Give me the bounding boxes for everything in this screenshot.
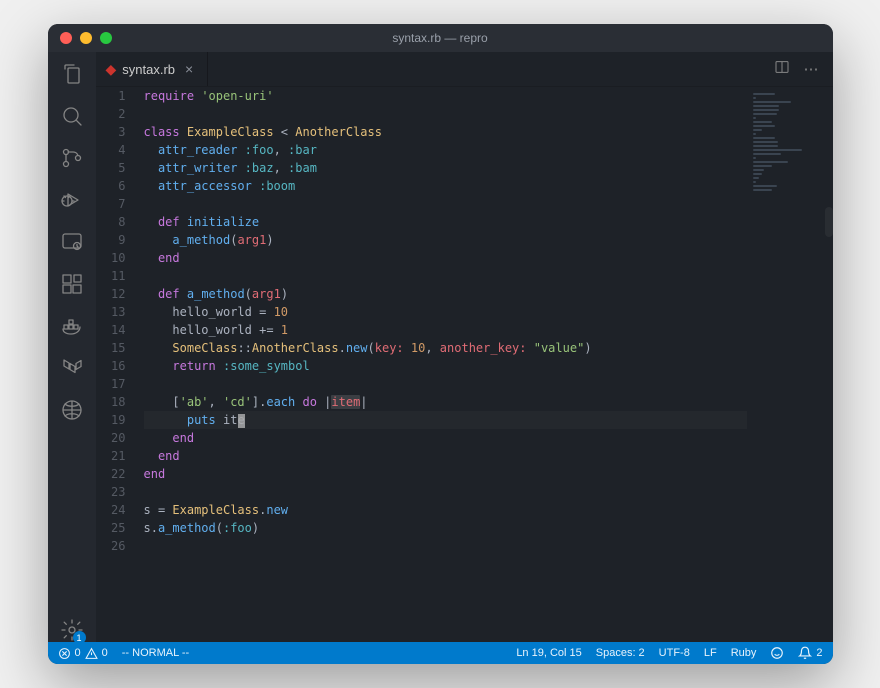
language-mode-status[interactable]: Ruby [731, 647, 757, 659]
eol-status[interactable]: LF [704, 647, 717, 659]
settings-badge: 1 [73, 631, 86, 644]
line-number-gutter: 1234567891011121314151617181920212223242… [96, 87, 144, 642]
tab-filename: syntax.rb [122, 62, 175, 77]
editor-actions: ⋯ [774, 52, 833, 86]
vim-mode-status[interactable]: -- NORMAL -- [122, 647, 189, 659]
terraform-icon[interactable] [60, 356, 84, 380]
titlebar: syntax.rb — repro [48, 24, 833, 52]
tab-bar: ◆ syntax.rb × ⋯ [96, 52, 833, 87]
app-window: syntax.rb — repro 1 ◆ syntax.rb [48, 24, 833, 664]
status-bar: 0 0 -- NORMAL -- Ln 19, Col 15 Spaces: 2… [48, 642, 833, 664]
ruby-file-icon: ◆ [106, 61, 117, 78]
minimap[interactable] [747, 87, 823, 642]
window-title: syntax.rb — repro [392, 31, 487, 45]
encoding-status[interactable]: UTF-8 [659, 647, 690, 659]
explorer-icon[interactable] [60, 62, 84, 86]
tab-close-button[interactable]: × [181, 61, 197, 77]
close-window-button[interactable] [60, 32, 72, 44]
notification-count: 2 [816, 647, 822, 659]
remote-explorer-icon[interactable] [60, 230, 84, 254]
minimize-window-button[interactable] [80, 32, 92, 44]
code-content[interactable]: require 'open-uri' class ExampleClass < … [144, 87, 747, 642]
extensions-icon[interactable] [60, 272, 84, 296]
error-count: 0 [75, 647, 81, 659]
maximize-window-button[interactable] [100, 32, 112, 44]
indentation-status[interactable]: Spaces: 2 [596, 647, 645, 659]
live-share-icon[interactable] [60, 398, 84, 422]
activity-bar: 1 [48, 52, 96, 642]
warning-count: 0 [102, 647, 108, 659]
window-controls [60, 32, 112, 44]
more-actions-icon[interactable]: ⋯ [804, 60, 819, 78]
editor-group: ◆ syntax.rb × ⋯ 123456789101112131415161… [96, 52, 833, 642]
overview-ruler[interactable] [823, 87, 833, 642]
workbench-body: 1 ◆ syntax.rb × ⋯ 1234567891011121314151… [48, 52, 833, 642]
tab-syntax-rb[interactable]: ◆ syntax.rb × [96, 52, 209, 86]
docker-icon[interactable] [60, 314, 84, 338]
notifications-status[interactable]: 2 [798, 646, 822, 660]
settings-gear-icon[interactable]: 1 [60, 618, 84, 642]
text-editor[interactable]: 1234567891011121314151617181920212223242… [96, 87, 833, 642]
split-editor-icon[interactable] [774, 59, 790, 79]
problems-status[interactable]: 0 0 [58, 647, 108, 660]
source-control-icon[interactable] [60, 146, 84, 170]
cursor-position-status[interactable]: Ln 19, Col 15 [516, 647, 581, 659]
debug-icon[interactable] [60, 188, 84, 212]
feedback-icon[interactable] [770, 646, 784, 660]
search-icon[interactable] [60, 104, 84, 128]
